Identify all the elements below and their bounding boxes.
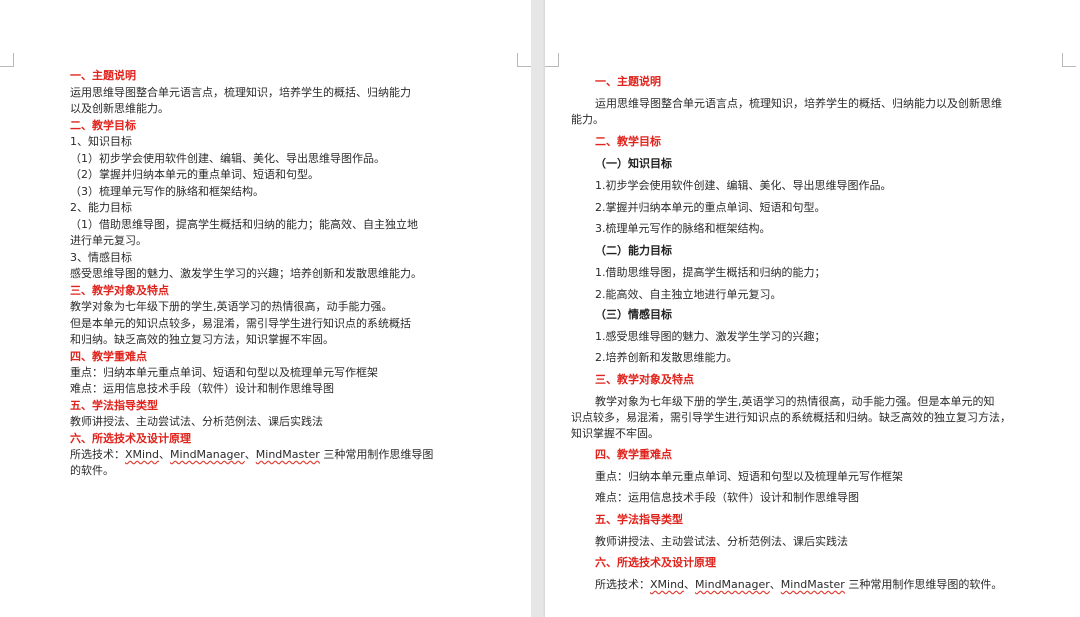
heading-audience: 三、教学对象及特点: [595, 373, 694, 386]
heading-technology: 六、所选技术及设计原理: [595, 556, 716, 569]
heading-goals: 二、教学目标: [595, 135, 661, 148]
crop-mark-top-left: [545, 53, 559, 67]
text-line: 识点较多，易混淆，需引导学生进行知识点的系统概括和归纳。缺乏高效的独立复习方法，: [571, 411, 1011, 424]
text-line: 能力。: [571, 113, 604, 126]
text-line: 1.初步学会使用软件创建、编辑、美化、导出思维导图作品。: [595, 179, 892, 192]
text-line: 教学对象为七年级下册的学生,英语学习的热情很高，动手能力强。: [70, 300, 393, 313]
tech-separator: 、: [244, 448, 256, 461]
heading-theme: 一、主题说明: [595, 75, 661, 88]
text-line: （1）借助思维导图，提高学生概括和归纳的能力；能高效、自主独立地: [70, 218, 418, 231]
text-line: （1）初步学会使用软件创建、编辑、美化、导出思维导图作品。: [70, 152, 385, 165]
tech-separator: 、: [769, 578, 781, 591]
text-line: 1.感受思维导图的魅力、激发学生学习的兴趣；: [595, 330, 826, 343]
text-line: 教师讲授法、主动尝试法、分析范例法、课后实践法: [70, 415, 323, 428]
text-line: 3、情感目标: [70, 251, 132, 264]
text-line: 和归纳。缺乏高效的独立复习方法，知识掌握不牢固。: [70, 333, 334, 346]
text-line: 进行单元复习。: [70, 234, 147, 247]
text-line: 2.培养创新和发散思维能力。: [595, 351, 738, 364]
subheading-knowledge: （一）知识目标: [595, 157, 672, 170]
text-line: 1.借助思维导图，提高学生概括和归纳的能力；: [595, 266, 826, 279]
heading-audience: 三、教学对象及特点: [70, 284, 169, 297]
document-page-left: 一、主题说明 运用思维导图整合单元语言点，梳理知识，培养学生的概括、归纳能力 以…: [0, 0, 531, 617]
tech-separator: 、: [159, 448, 171, 461]
text-line: 以及创新思维能力。: [70, 102, 169, 115]
subheading-ability: （二）能力目标: [595, 244, 672, 257]
tech-xmind: XMind: [650, 578, 685, 591]
text-line: 教师讲授法、主动尝试法、分析范例法、课后实践法: [595, 535, 848, 548]
text-line: 运用思维导图整合单元语言点，梳理知识，培养学生的概括、归纳能力以及创新思维: [595, 97, 1002, 110]
tech-separator: 、: [684, 578, 696, 591]
text-line: （3）梳理单元写作的脉络和框架结构。: [70, 185, 264, 198]
tech-mindmanager: MindManager: [695, 578, 770, 591]
tech-line: 所选技术：XMind、MindManager、MindMaster 三种常用制作…: [70, 447, 433, 463]
document-page-right: 一、主题说明 运用思维导图整合单元语言点，梳理知识，培养学生的概括、归纳能力以及…: [545, 0, 1080, 617]
crop-mark-top-left: [0, 53, 14, 67]
tech-mindmaster: MindMaster: [780, 578, 845, 591]
tech-suffix: 三种常用制作思维导图: [319, 448, 434, 461]
text-line: （2）掌握并归纳本单元的重点单词、短语和句型。: [70, 168, 319, 181]
heading-theme: 一、主题说明: [70, 69, 136, 82]
text-line: 2.掌握并归纳本单元的重点单词、短语和句型。: [595, 201, 826, 214]
text-line: 2、能力目标: [70, 201, 132, 214]
crop-mark-top-right: [517, 53, 531, 67]
heading-goals: 二、教学目标: [70, 119, 136, 132]
text-line: 难点：运用信息技术手段（软件）设计和制作思维导图: [595, 491, 859, 504]
text-line: 的软件。: [70, 464, 114, 477]
tech-xmind: XMind: [125, 448, 160, 461]
text-line: 知识掌握不牢固。: [571, 427, 659, 440]
tech-mindmaster: MindMaster: [255, 448, 320, 461]
subheading-emotion: （三）情感目标: [595, 308, 672, 321]
crop-mark-top-right: [1062, 53, 1076, 67]
heading-methods: 五、学法指导类型: [595, 513, 683, 526]
tech-prefix: 所选技术：: [595, 578, 650, 591]
text-line: 1、知识目标: [70, 135, 132, 148]
text-line: 但是本单元的知识点较多，易混淆，需引导学生进行知识点的系统概括: [70, 317, 411, 330]
heading-methods: 五、学法指导类型: [70, 399, 158, 412]
tech-prefix: 所选技术：: [70, 448, 125, 461]
heading-key-points: 四、教学重难点: [70, 350, 147, 363]
text-line: 3.梳理单元写作的脉络和框架结构。: [595, 222, 771, 235]
tech-mindmanager: MindManager: [170, 448, 245, 461]
text-line: 感受思维导图的魅力、激发学生学习的兴趣；培养创新和发散思维能力。: [70, 267, 422, 280]
text-line: 重点：归纳本单元重点单词、短语和句型以及梳理单元写作框架: [595, 470, 903, 483]
text-line: 2.能高效、自主独立地进行单元复习。: [595, 288, 782, 301]
heading-technology: 六、所选技术及设计原理: [70, 432, 191, 445]
tech-suffix: 三种常用制作思维导图的软件。: [844, 578, 1003, 591]
text-line: 重点：归纳本单元重点单词、短语和句型以及梳理单元写作框架: [70, 366, 378, 379]
tech-line: 所选技术：XMind、MindManager、MindMaster 三种常用制作…: [595, 577, 1002, 593]
text-line: 难点：运用信息技术手段（软件）设计和制作思维导图: [70, 382, 334, 395]
text-line: 教学对象为七年级下册的学生,英语学习的热情很高，动手能力强。但是本单元的知: [595, 395, 995, 408]
heading-key-points: 四、教学重难点: [595, 448, 672, 461]
text-line: 运用思维导图整合单元语言点，梳理知识，培养学生的概括、归纳能力: [70, 86, 411, 99]
